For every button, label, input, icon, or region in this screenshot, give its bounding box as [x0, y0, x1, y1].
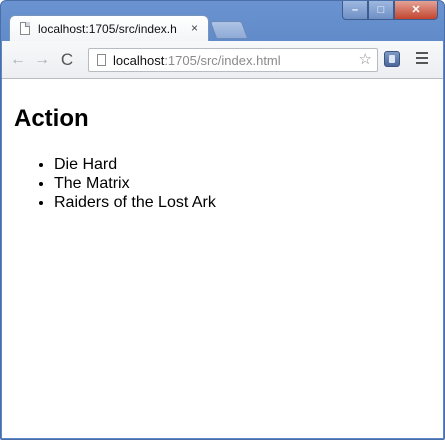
- window-controls: – □ ✕: [342, 1, 438, 21]
- reload-icon[interactable]: C: [57, 50, 77, 70]
- menu-icon[interactable]: [416, 52, 428, 64]
- tab-title: localhost:1705/src/index.h: [38, 22, 177, 36]
- list-item: Die Hard: [54, 155, 216, 174]
- list-item: Raiders of the Lost Ark: [54, 193, 216, 212]
- address-bar[interactable]: localhost:1705/src/index.html ☆: [88, 48, 378, 72]
- maximize-button[interactable]: □: [368, 1, 394, 20]
- browser-tab[interactable]: localhost:1705/src/index.h ×: [9, 15, 209, 41]
- toolbar: ← → C localhost:1705/src/index.html ☆: [2, 41, 443, 79]
- tab-strip: localhost:1705/src/index.h × – □ ✕: [1, 1, 444, 41]
- url-path: :1705/src/index.html: [164, 53, 281, 68]
- page-heading: Action: [14, 105, 89, 132]
- url-text[interactable]: localhost:1705/src/index.html: [113, 52, 281, 69]
- movie-list: Die Hard The Matrix Raiders of the Lost …: [14, 155, 216, 212]
- browser-window: localhost:1705/src/index.h × – □ ✕ ← → C…: [0, 0, 445, 440]
- list-item: The Matrix: [54, 174, 216, 193]
- close-button[interactable]: ✕: [394, 1, 438, 20]
- page-icon: [20, 22, 30, 35]
- page-content: Action Die Hard The Matrix Raiders of th…: [2, 79, 443, 438]
- extension-icon[interactable]: [384, 51, 400, 67]
- url-host: localhost: [113, 53, 165, 68]
- minimize-button[interactable]: –: [342, 1, 368, 20]
- page-icon: [97, 54, 106, 66]
- forward-arrow-icon[interactable]: →: [32, 50, 52, 70]
- back-arrow-icon[interactable]: ←: [8, 50, 28, 70]
- new-tab-button[interactable]: [209, 21, 249, 39]
- tab-close-button[interactable]: ×: [191, 21, 198, 36]
- star-icon[interactable]: ☆: [359, 51, 372, 69]
